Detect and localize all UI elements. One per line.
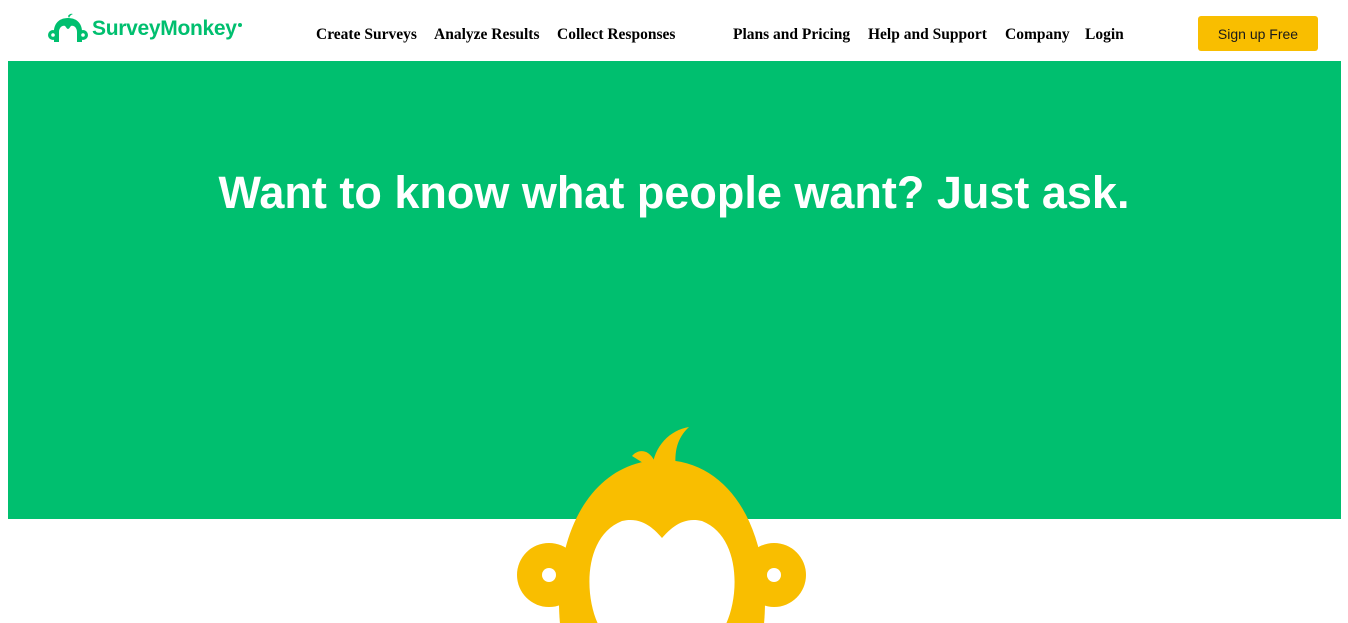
page: SurveyMonkey Create Surveys Analyze Resu… [0,0,1348,623]
signup-free-button[interactable]: Sign up Free [1198,16,1318,51]
nav-collect-responses[interactable]: Collect Responses [557,25,675,45]
brand-name: SurveyMonkey [92,17,237,40]
brand-dot [237,23,242,27]
surveymonkey-logo-icon [48,13,88,42]
hero-headline: Want to know what people want? Just ask. [218,167,1130,218]
site-header: SurveyMonkey Create Surveys Analyze Resu… [0,0,1348,61]
nav-company[interactable]: Company [1005,25,1070,45]
nav-login[interactable]: Login [1085,25,1124,45]
nav-plans-and-pricing[interactable]: Plans and Pricing [733,25,850,45]
nav-help-and-support[interactable]: Help and Support [868,25,987,45]
logo-link[interactable]: SurveyMonkey [48,13,242,45]
nav-analyze-results[interactable]: Analyze Results [434,25,539,45]
monkey-mascot-icon [517,427,806,623]
nav-create-surveys[interactable]: Create Surveys [316,25,417,45]
